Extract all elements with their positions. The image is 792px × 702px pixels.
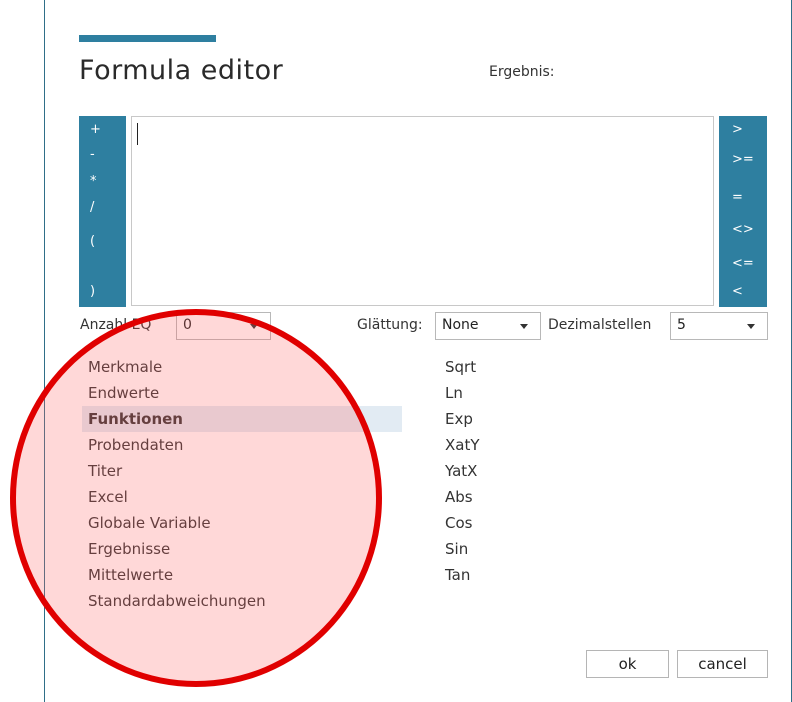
operator-divide-button[interactable]: / <box>90 200 94 215</box>
formula-input[interactable] <box>131 116 714 306</box>
operator-greater-equal-button[interactable]: >= <box>732 152 754 167</box>
operator-greater-button[interactable]: > <box>732 122 743 137</box>
dialog-left-border <box>44 0 45 702</box>
function-item-cos[interactable]: Cos <box>445 514 472 532</box>
operator-equal-button[interactable]: = <box>732 190 743 205</box>
anzahl-eq-value: 0 <box>183 317 192 333</box>
title-accent-bar <box>79 35 216 42</box>
anzahl-eq-select[interactable]: 0 <box>176 312 271 340</box>
chevron-down-icon <box>520 324 528 329</box>
function-item-xaty[interactable]: XatY <box>445 436 480 454</box>
annotation-circle <box>10 309 382 687</box>
category-item-standardabweichungen[interactable]: Standardabweichungen <box>88 592 266 610</box>
category-item-funktionen[interactable]: Funktionen <box>88 410 183 428</box>
result-label: Ergebnis: <box>489 64 555 80</box>
category-item-endwerte[interactable]: Endwerte <box>88 384 159 402</box>
operator-open-paren-button[interactable]: ( <box>90 234 95 249</box>
glaettung-value: None <box>442 317 479 333</box>
dezimalstellen-value: 5 <box>677 317 686 333</box>
function-item-tan[interactable]: Tan <box>445 566 470 584</box>
category-item-probendaten[interactable]: Probendaten <box>88 436 183 454</box>
text-caret <box>137 123 138 145</box>
chevron-down-icon <box>747 324 755 329</box>
category-item-globale-variable[interactable]: Globale Variable <box>88 514 211 532</box>
operator-close-paren-button[interactable]: ) <box>90 284 95 299</box>
operator-bar-left: + - * / ( ) <box>79 116 126 307</box>
category-item-ergebnisse[interactable]: Ergebnisse <box>88 540 170 558</box>
dezimalstellen-label: Dezimalstellen <box>548 317 652 333</box>
chevron-down-icon <box>250 324 258 329</box>
dezimalstellen-select[interactable]: 5 <box>670 312 768 340</box>
function-item-sin[interactable]: Sin <box>445 540 468 558</box>
glaettung-label: Glättung: <box>357 317 423 333</box>
function-item-sqrt[interactable]: Sqrt <box>445 358 476 376</box>
operator-less-equal-button[interactable]: <= <box>732 256 754 271</box>
function-item-exp[interactable]: Exp <box>445 410 473 428</box>
category-item-titer[interactable]: Titer <box>88 462 122 480</box>
operator-not-equal-button[interactable]: <> <box>732 222 754 237</box>
category-item-excel[interactable]: Excel <box>88 488 128 506</box>
category-item-mittelwerte[interactable]: Mittelwerte <box>88 566 173 584</box>
function-item-ln[interactable]: Ln <box>445 384 463 402</box>
anzahl-eq-label: Anzahl EQ <box>80 317 152 333</box>
function-item-abs[interactable]: Abs <box>445 488 473 506</box>
operator-less-button[interactable]: < <box>732 284 743 299</box>
category-item-merkmale[interactable]: Merkmale <box>88 358 162 376</box>
ok-button[interactable]: ok <box>586 650 669 678</box>
operator-plus-button[interactable]: + <box>90 122 101 137</box>
glaettung-select[interactable]: None <box>435 312 541 340</box>
operator-multiply-button[interactable]: * <box>90 174 97 189</box>
cancel-button[interactable]: cancel <box>677 650 768 678</box>
operator-minus-button[interactable]: - <box>90 147 95 162</box>
function-item-yatx[interactable]: YatX <box>445 462 477 480</box>
operator-bar-right: > >= = <> <= < <box>719 116 767 307</box>
dialog-title: Formula editor <box>79 55 284 86</box>
